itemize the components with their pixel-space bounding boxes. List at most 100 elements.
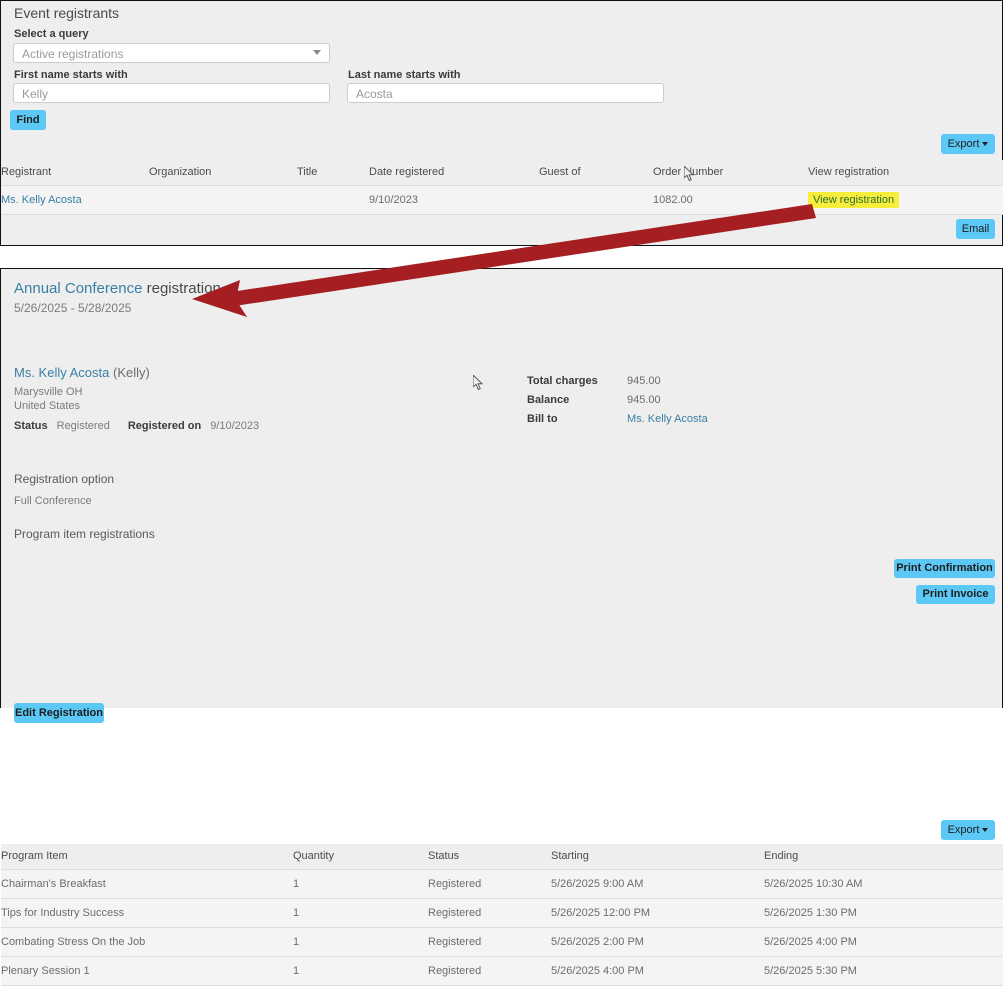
last-name-input[interactable]: Acosta [347,83,664,103]
registered-on-label: Registered on [127,420,202,432]
col-order-number: Order Number [653,160,808,186]
program-items-heading: Program item registrations [14,527,155,541]
cell-order-number: 1082.00 [653,185,808,215]
col-ending: Ending [764,844,1003,870]
cell-view-registration: View registration [808,185,1003,215]
table-header-row: Program Item Quantity Status Starting En… [1,844,1003,870]
cell-starting: 5/26/2025 4:00 PM [551,956,764,986]
col-guest-of: Guest of [539,160,653,186]
balance-value: 945.00 [627,394,661,406]
col-date-registered: Date registered [369,160,539,186]
cell-quantity: 1 [293,927,428,957]
export-button-program-items[interactable]: Export [941,820,995,840]
first-name-input[interactable]: Kelly [13,83,330,103]
total-charges-value: 945.00 [627,375,661,387]
last-name-label: Last name starts with [348,69,461,81]
registration-option-value: Full Conference [14,495,92,507]
table-header-row: Registrant Organization Title Date regis… [1,160,1003,186]
cell-registrant: Ms. Kelly Acosta [1,185,149,215]
attendee-name-link[interactable]: Ms. Kelly Acosta [14,365,109,380]
bill-to-label: Bill to [527,413,558,425]
registered-on-value: 9/10/2023 [210,420,260,432]
cell-title [297,185,369,215]
cell-quantity: 1 [293,869,428,899]
export-button-registrants[interactable]: Export [941,134,995,154]
col-view-registration: View registration [808,160,1003,186]
bill-to-row: Bill to Ms. Kelly Acosta [527,413,708,432]
total-charges-label: Total charges [527,375,598,387]
cell-ending: 5/26/2025 4:00 PM [764,927,1003,957]
export-button-label: Export [947,824,980,836]
export-button-label: Export [947,138,980,150]
status-badge: Registered [56,420,110,432]
cell-ending: 5/26/2025 1:30 PM [764,898,1003,928]
cell-ending: 5/26/2025 10:30 AM [764,869,1003,899]
total-charges-row: Total charges 945.00 [527,375,708,394]
registrant-link[interactable]: Ms. Kelly Acosta [1,194,82,206]
cell-quantity: 1 [293,898,428,928]
registration-option-heading: Registration option [14,472,115,486]
cell-guest-of [539,185,653,215]
table-row: Chairman's Breakfast 1 Registered 5/26/2… [1,869,1003,899]
cell-program-item: Chairman's Breakfast [1,869,293,899]
registration-title-suffix: registration [142,280,221,297]
chevron-down-icon [313,50,321,55]
caret-down-icon [982,828,989,833]
program-items-table: Program Item Quantity Status Starting En… [1,844,1003,986]
table-row: Tips for Industry Success 1 Registered 5… [1,898,1003,928]
last-name-value: Acosta [356,87,393,101]
query-select-value: Active registrations [22,47,124,61]
attendee-status-row: Status Registered Registered on 9/10/2023 [14,420,259,432]
registration-detail-panel: Annual Conference registration 5/26/2025… [0,268,1003,986]
event-name: Annual Conference [14,280,143,297]
event-registrants-panel: Event registrants Select a query Active … [0,0,1003,246]
cell-quantity: 1 [293,956,428,986]
bill-to-link[interactable]: Ms. Kelly Acosta [627,413,708,425]
page-title: Event registrants [14,5,120,21]
query-select[interactable]: Active registrations [13,43,330,63]
cell-date-registered: 9/10/2023 [369,185,539,215]
attendee-country: United States [14,400,81,412]
col-status: Status [428,844,551,870]
cell-starting: 5/26/2025 9:00 AM [551,869,764,899]
col-registrant: Registrant [1,160,149,186]
attendee-name-row: Ms. Kelly Acosta (Kelly) [14,365,150,380]
cell-organization [149,185,297,215]
col-program-item: Program Item [1,844,293,870]
edit-registration-button[interactable]: Edit Registration [14,703,104,723]
cell-starting: 5/26/2025 2:00 PM [551,927,764,957]
cell-status: Registered [428,898,551,928]
registration-title: Annual Conference registration [14,280,221,297]
cell-program-item: Plenary Session 1 [1,956,293,986]
cell-starting: 5/26/2025 12:00 PM [551,898,764,928]
balance-label: Balance [527,394,570,406]
col-title: Title [297,160,369,186]
find-button[interactable]: Find [10,110,46,130]
status-label: Status [14,420,48,432]
col-quantity: Quantity [293,844,428,870]
print-confirmation-button[interactable]: Print Confirmation [894,559,995,578]
print-invoice-button[interactable]: Print Invoice [916,585,995,604]
first-name-label: First name starts with [14,69,128,81]
caret-down-icon [982,142,989,147]
email-button[interactable]: Email [956,219,995,239]
attendee-nickname: (Kelly) [113,365,150,380]
col-organization: Organization [149,160,297,186]
cell-ending: 5/26/2025 5:30 PM [764,956,1003,986]
attendee-city-state: Marysville OH [14,386,83,398]
charges-summary: Total charges 945.00 Balance 945.00 Bill t… [527,375,708,432]
table-row: Ms. Kelly Acosta 9/10/2023 1082.00 View … [1,185,1003,215]
balance-row: Balance 945.00 [527,394,708,413]
table-row: Combating Stress On the Job 1 Registered… [1,927,1003,957]
registrants-table: Registrant Organization Title Date regis… [1,160,1003,215]
col-starting: Starting [551,844,764,870]
table-row: Plenary Session 1 1 Registered 5/26/2025… [1,956,1003,986]
first-name-value: Kelly [22,87,49,101]
view-registration-link[interactable]: View registration [808,192,900,208]
cell-status: Registered [428,869,551,899]
query-label: Select a query [14,28,89,40]
cell-status: Registered [428,956,551,986]
cell-program-item: Combating Stress On the Job [1,927,293,957]
cell-program-item: Tips for Industry Success [1,898,293,928]
cell-status: Registered [428,927,551,957]
